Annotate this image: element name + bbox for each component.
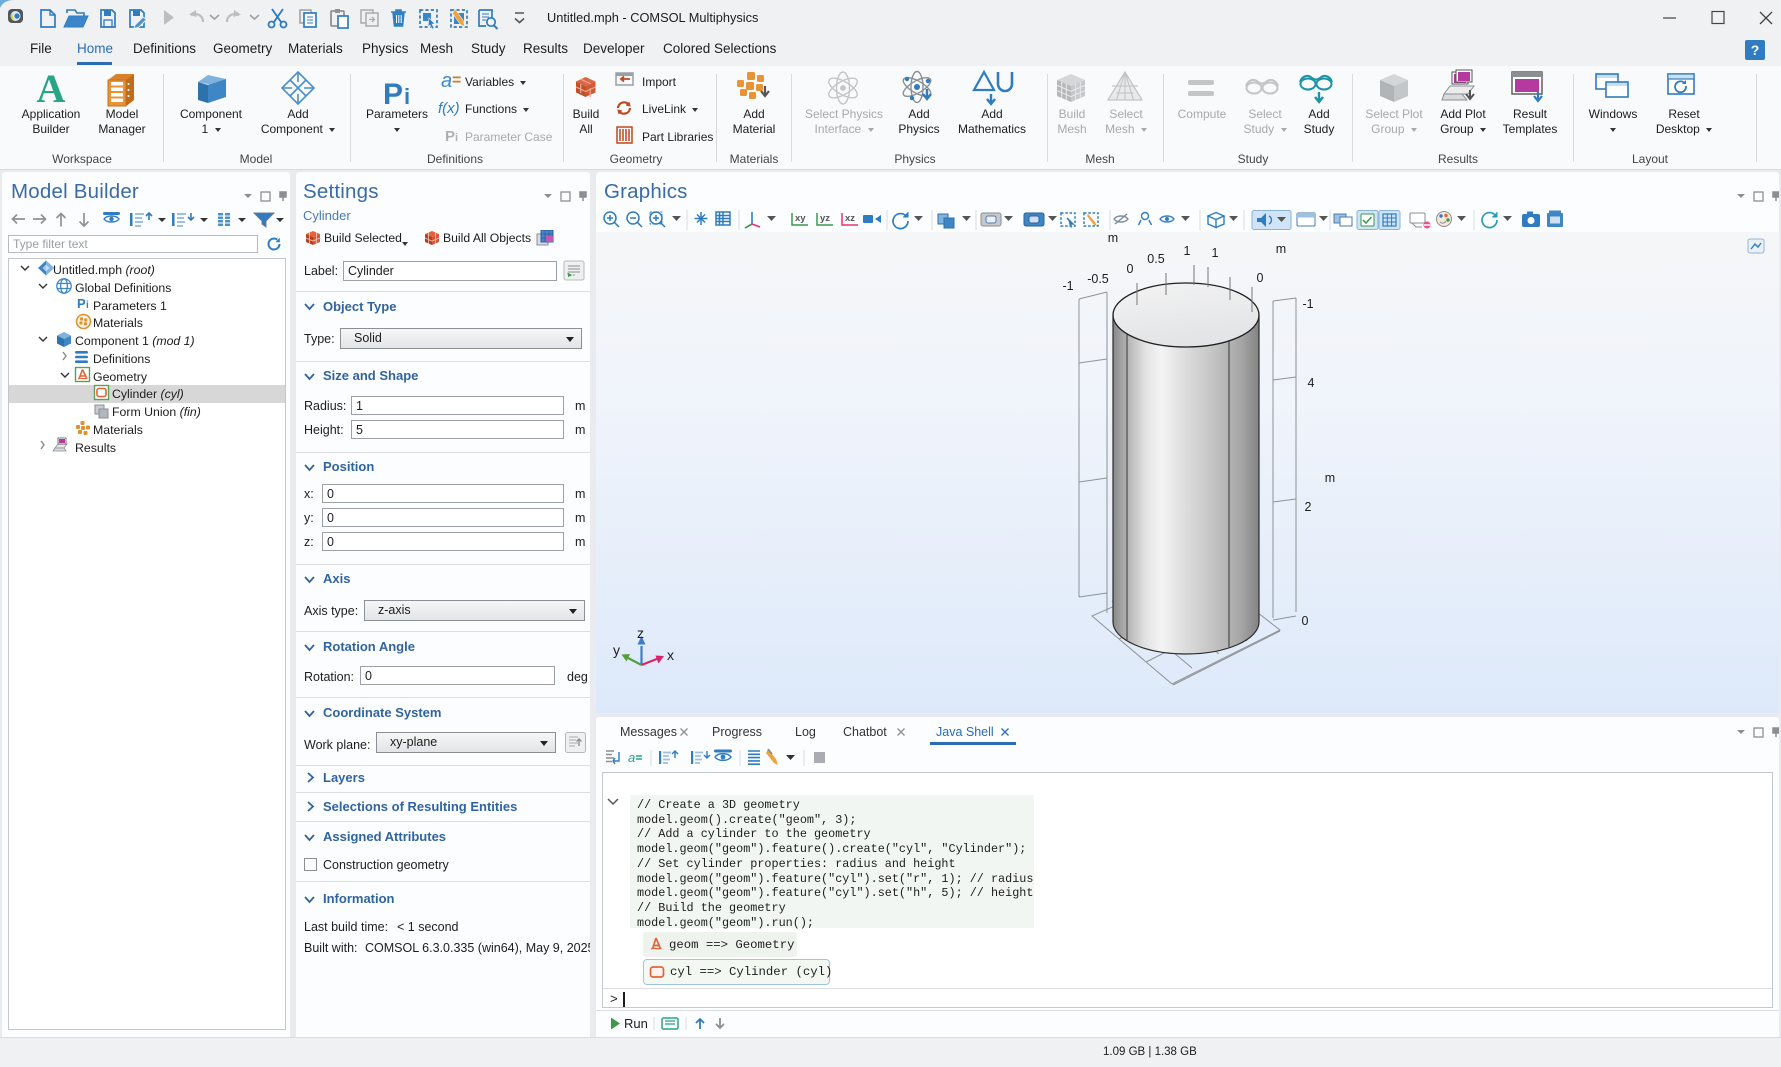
svg-text:A: A: [37, 66, 66, 111]
svg-text:2: 2: [1305, 500, 1312, 514]
svg-text:0: 0: [1127, 262, 1134, 276]
svg-text:=: =: [452, 72, 461, 89]
svg-text:m: m: [1276, 242, 1286, 256]
svg-text:y: y: [613, 642, 620, 658]
svg-text:xy: xy: [795, 213, 806, 224]
svg-text:-1: -1: [1062, 279, 1073, 293]
svg-text:a: a: [441, 70, 452, 92]
svg-text:0.5: 0.5: [1147, 252, 1164, 266]
svg-text:0: 0: [1302, 614, 1309, 628]
svg-text:1: 1: [1212, 246, 1219, 260]
svg-text:i: i: [404, 84, 410, 109]
svg-text:P: P: [445, 128, 455, 145]
svg-text:4: 4: [1308, 376, 1315, 390]
svg-text:m: m: [1108, 232, 1118, 245]
svg-text:xz: xz: [845, 213, 855, 224]
svg-text:m: m: [1325, 471, 1335, 485]
svg-text:-0.5: -0.5: [1087, 272, 1109, 286]
svg-text:P: P: [77, 296, 86, 311]
svg-text:1: 1: [1184, 244, 1191, 258]
svg-text:i: i: [455, 132, 458, 144]
svg-text:0: 0: [1257, 271, 1264, 285]
svg-text:a: a: [628, 750, 635, 765]
svg-text:yz: yz: [820, 213, 830, 224]
svg-text:i: i: [86, 300, 89, 311]
svg-text:z: z: [637, 625, 644, 641]
svg-text:x: x: [667, 647, 674, 663]
svg-text:-1: -1: [1302, 297, 1313, 311]
